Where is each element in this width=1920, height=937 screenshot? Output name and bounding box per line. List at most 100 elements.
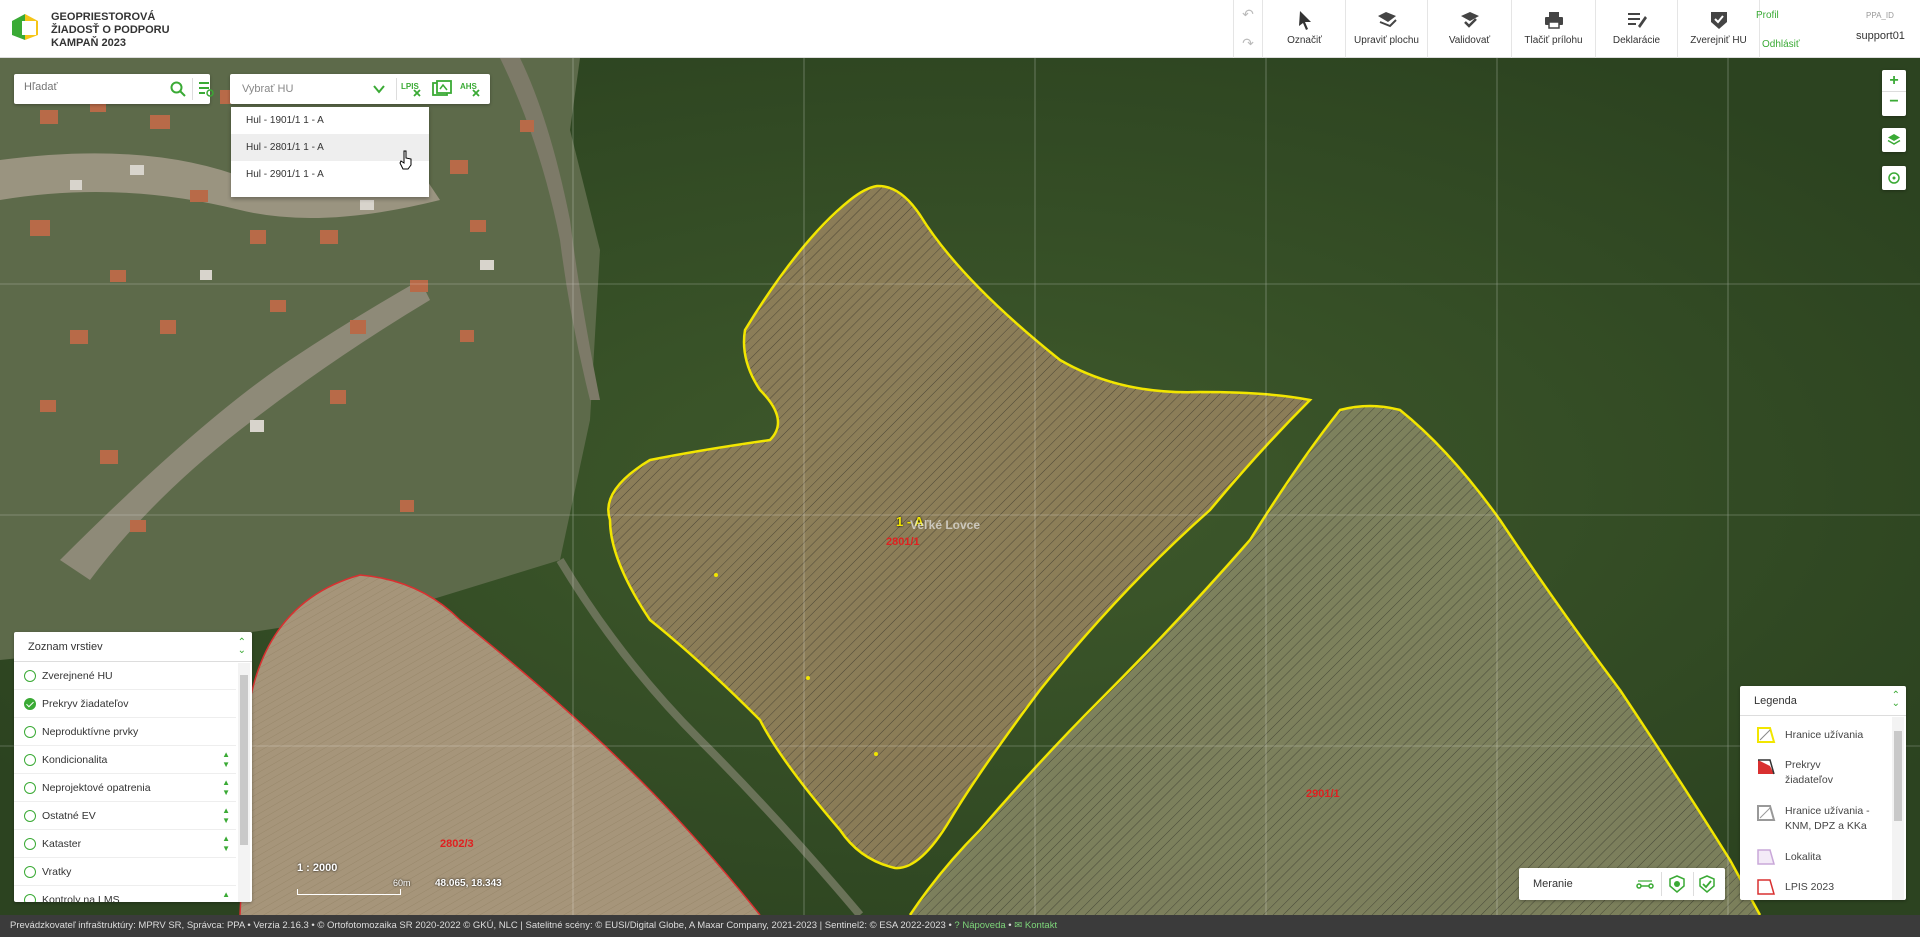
brand-line2: ŽIADOSŤ O PODPORU xyxy=(51,24,170,36)
locate-icon xyxy=(1888,172,1900,184)
layer-radio-checked[interactable] xyxy=(24,698,36,710)
contact-link[interactable]: ✉ Kontakt xyxy=(1014,920,1057,931)
validate-button[interactable]: Validovať xyxy=(1428,0,1512,58)
layer-item-nonproject-measures[interactable]: Neprojektové opatrenia ▲ ▼ xyxy=(14,774,236,802)
hu-option[interactable]: Hul - 1901/1 1 - A xyxy=(231,107,429,134)
expand-icon[interactable]: ▲▼ xyxy=(222,750,230,770)
chevron-down-icon[interactable] xyxy=(372,82,386,96)
layer-label: Neprojektové opatrenia xyxy=(42,782,151,794)
legend-header[interactable]: Legenda ⌃ ⌄ xyxy=(1740,686,1906,716)
layer-radio[interactable] xyxy=(24,726,36,738)
print-attachment-button[interactable]: Tlačiť prílohu xyxy=(1512,0,1596,58)
land-use-boundary-icon xyxy=(1757,727,1776,743)
locality-icon xyxy=(1757,849,1775,865)
print-icon xyxy=(1544,12,1563,29)
logout-link[interactable]: Odhlásiť xyxy=(1762,39,1800,50)
mouse-pointer-icon xyxy=(399,150,412,170)
layer-item-conditionality[interactable]: Kondicionalita ▲ ▼ xyxy=(14,746,236,774)
lpis-remove-icon[interactable]: LPIS xyxy=(400,79,424,99)
layer-radio[interactable] xyxy=(24,866,36,878)
measure-distance-icon[interactable] xyxy=(1635,874,1655,894)
parcel-number-2801: 2801/1 xyxy=(886,536,920,548)
search-input[interactable] xyxy=(24,81,154,93)
search-list-icon[interactable] xyxy=(197,80,215,98)
footer-credits: Prevádzkovateľ infraštruktúry: MPRV SR, … xyxy=(10,920,952,931)
measure-area-icon[interactable] xyxy=(1667,874,1687,894)
declarations-button[interactable]: Deklarácie xyxy=(1596,0,1678,58)
redo-button[interactable]: ↷ xyxy=(1234,29,1262,58)
place-name-label: Veľké Lovce xyxy=(910,518,981,532)
layer-item-other-ev[interactable]: Ostatné EV ▲ ▼ xyxy=(14,802,236,830)
legend-label: Lokalita xyxy=(1785,851,1822,863)
legend-item: Prekryv žiadateľov xyxy=(1740,758,1906,804)
legend-label: Hranice užívania xyxy=(1785,729,1864,741)
layer-radio[interactable] xyxy=(24,810,36,822)
layers-toggle-button[interactable] xyxy=(1882,128,1906,152)
layer-item-cadastre[interactable]: Kataster ▲ ▼ xyxy=(14,830,236,858)
history-controls: ↶ ↷ xyxy=(1233,0,1263,58)
land-use-knm-icon xyxy=(1757,805,1776,821)
layer-list-scrollbar[interactable] xyxy=(238,663,250,902)
collapse-icon[interactable]: ⌃ ⌄ xyxy=(1892,691,1900,709)
username: support01 xyxy=(1856,30,1905,42)
scrollbar-thumb[interactable] xyxy=(1894,731,1902,821)
legend-panel: Legenda ⌃ ⌄ Hranice užívania Prekryv žiad… xyxy=(1740,686,1906,900)
profile-link[interactable]: Profil xyxy=(1756,10,1779,21)
layer-radio[interactable] xyxy=(24,754,36,766)
map-coordinates: 48.065, 18.343 xyxy=(435,878,502,889)
expand-icon[interactable]: ▲▼ xyxy=(222,834,230,854)
layer-list-header[interactable]: Zoznam vrstiev ⌃ ⌄ xyxy=(14,632,252,662)
edit-area-button[interactable]: Upraviť plochu xyxy=(1346,0,1428,58)
tool-label: Upraviť plochu xyxy=(1354,35,1419,46)
layer-radio[interactable] xyxy=(24,782,36,794)
layer-list-title: Zoznam vrstiev xyxy=(28,641,103,653)
layer-item-nonproductive[interactable]: Neproduktívne prvky xyxy=(14,718,236,746)
map-scale-length: 60m xyxy=(393,878,411,888)
layer-label: Zverejnené HU xyxy=(42,670,113,682)
search-bar xyxy=(14,74,214,104)
area-remove-icon[interactable]: AHS xyxy=(459,79,483,99)
help-link[interactable]: ? Nápoveda xyxy=(954,920,1005,931)
layer-item-lms-checks[interactable]: Kontroly na LMS ▲▼ xyxy=(14,886,236,902)
layer-item-refunds[interactable]: Vratky xyxy=(14,858,236,886)
brand-line1: GEOPRIESTOROVÁ xyxy=(51,11,156,23)
map-scale-ratio: 1 : 2000 xyxy=(297,862,338,874)
scrollbar-thumb[interactable] xyxy=(240,675,248,845)
layer-item-published-hu[interactable]: Zverejnené HU xyxy=(14,662,236,690)
select-tool-button[interactable]: Označiť xyxy=(1264,0,1346,58)
legend-scrollbar[interactable] xyxy=(1892,717,1904,900)
legend-label: KNM, DPZ a KKa xyxy=(1785,820,1867,832)
legend-item: Hranice užívania - KNM, DPZ a KKa xyxy=(1740,804,1906,850)
legend-label: žiadateľov xyxy=(1785,774,1834,786)
cursor-icon xyxy=(1298,11,1311,30)
legend-label: Prekryv xyxy=(1785,759,1821,771)
map-layer-icon[interactable] xyxy=(430,79,454,99)
layer-radio[interactable] xyxy=(24,838,36,850)
collapse-icon[interactable]: ⌃ ⌄ xyxy=(238,638,246,656)
zoom-out-button[interactable]: − xyxy=(1882,92,1906,114)
zoom-in-button[interactable]: + xyxy=(1882,70,1906,92)
divider xyxy=(192,78,193,100)
locate-button[interactable] xyxy=(1882,166,1906,190)
validate-icon xyxy=(1460,12,1479,28)
layer-item-applicant-overlap[interactable]: Prekryv žiadateľov xyxy=(14,690,236,718)
divider xyxy=(1693,872,1694,896)
top-header: GEOPRIESTOROVÁ ŽIADOSŤ O PODPORU KAMPAŇ … xyxy=(0,0,1920,58)
expand-icon[interactable]: ▲▼ xyxy=(222,890,230,902)
hu-select-dropdown[interactable]: Vybrať HU LPIS AHS xyxy=(230,74,490,104)
undo-button[interactable]: ↶ xyxy=(1234,0,1262,29)
layer-radio[interactable] xyxy=(24,894,36,902)
layer-list-panel: Zoznam vrstiev ⌃ ⌄ Zverejnené HU Prekryv … xyxy=(14,632,252,902)
measure-shape-icon[interactable] xyxy=(1697,874,1717,894)
expand-icon[interactable]: ▲▼ xyxy=(222,778,230,798)
layer-radio[interactable] xyxy=(24,670,36,682)
footer-separator: • xyxy=(1008,920,1012,931)
legend-label: Hranice užívania - xyxy=(1785,805,1870,817)
layer-label: Kataster xyxy=(42,838,82,850)
hu-select-placeholder: Vybrať HU xyxy=(242,83,294,95)
search-icon[interactable] xyxy=(169,80,187,98)
app-logo-icon xyxy=(12,14,38,40)
expand-icon[interactable]: ▲▼ xyxy=(222,806,230,826)
publish-hu-button[interactable]: Zverejniť HU xyxy=(1678,0,1760,58)
zoom-controls: + − xyxy=(1882,70,1906,116)
